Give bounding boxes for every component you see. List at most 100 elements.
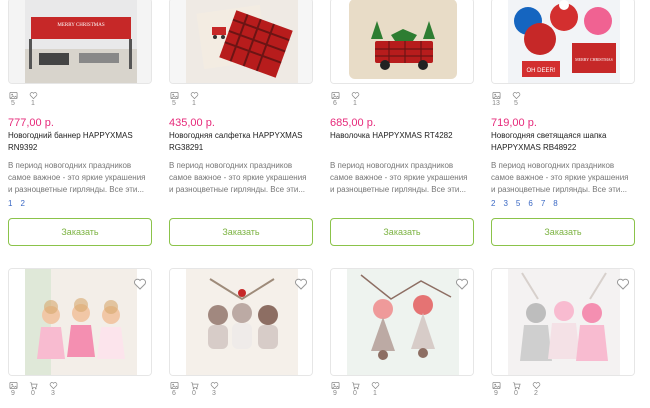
angel-ornaments-photo: [9, 269, 151, 375]
likes-count: 1: [192, 100, 196, 107]
product-title[interactable]: Наволочка HAPPYXMAS RT4282: [330, 130, 474, 142]
views-stat: 5: [169, 91, 179, 107]
product-image[interactable]: [330, 268, 474, 376]
likes-count: 3: [51, 390, 55, 397]
image-icon: [9, 91, 17, 100]
product-stats: 5 1: [169, 91, 199, 107]
product-image[interactable]: [8, 268, 152, 376]
product-image[interactable]: [169, 0, 313, 84]
heart-icon: [512, 92, 520, 100]
cart-stat[interactable]: 0: [511, 381, 521, 397]
image-icon: [170, 91, 178, 100]
views-stat: 9: [491, 381, 501, 397]
cart-count: 0: [514, 390, 518, 397]
views-count: 5: [11, 100, 15, 107]
image-icon: [170, 381, 178, 390]
cart-stat[interactable]: 0: [189, 381, 199, 397]
likes-count: 5: [514, 100, 518, 107]
hat-sign-1: OH DEER!: [526, 68, 555, 74]
views-count: 9: [494, 390, 498, 397]
views-count: 5: [172, 100, 176, 107]
favorite-heart-icon[interactable]: [294, 277, 308, 291]
favorite-heart-icon[interactable]: [133, 277, 147, 291]
product-stats: 5 1: [8, 91, 38, 107]
product-title[interactable]: Новогодняя светящаяся шапка HAPPYXMAS RB…: [491, 130, 635, 154]
product-price: 777,00 р.: [8, 117, 54, 129]
heart-icon: [351, 92, 359, 100]
likes-stat[interactable]: 1: [350, 91, 360, 107]
order-button[interactable]: Заказать: [8, 218, 152, 246]
page-link[interactable]: 1: [8, 199, 12, 208]
order-button[interactable]: Заказать: [169, 218, 313, 246]
likes-stat[interactable]: 1: [370, 381, 380, 397]
product-stats: 6 1: [330, 91, 360, 107]
page-link[interactable]: 3: [503, 199, 507, 208]
views-stat: 5: [8, 91, 18, 107]
cart-stat[interactable]: 0: [350, 381, 360, 397]
page-link[interactable]: 6: [528, 199, 532, 208]
product-image[interactable]: MERRY CHRISTMAS: [8, 0, 152, 84]
cart-icon: [512, 382, 521, 390]
hats-photo: OH DEER! MERRY CHRISTMAS: [492, 0, 634, 83]
product-title[interactable]: Новогодняя салфетка HAPPYXMAS RG38291: [169, 130, 313, 154]
likes-stat[interactable]: 5: [511, 91, 521, 107]
likes-stat[interactable]: 1: [28, 91, 38, 107]
views-count: 13: [492, 100, 500, 107]
banner-photo: MERRY CHRISTMAS: [9, 0, 151, 83]
page-link[interactable]: 7: [541, 199, 545, 208]
image-icon: [331, 381, 339, 390]
heart-icon: [49, 382, 57, 390]
favorite-heart-icon[interactable]: [455, 277, 469, 291]
views-stat: 6: [169, 381, 179, 397]
views-count: 9: [333, 390, 337, 397]
page-link[interactable]: 5: [516, 199, 520, 208]
cart-icon: [29, 382, 38, 390]
image-icon: [9, 381, 17, 390]
product-stats: 6 0 3: [169, 381, 219, 397]
product-price: 435,00 р.: [169, 117, 215, 129]
image-icon: [331, 91, 339, 100]
cart-icon: [190, 382, 199, 390]
napkin-photo: [170, 0, 312, 83]
order-button[interactable]: Заказать: [491, 218, 635, 246]
image-icon: [492, 381, 500, 390]
cart-count: 0: [353, 390, 357, 397]
product-image[interactable]: [169, 268, 313, 376]
banner-text: MERRY CHRISTMAS: [57, 23, 104, 28]
views-count: 6: [172, 390, 176, 397]
views-stat: 6: [330, 91, 340, 107]
image-pagination: 1 2: [8, 199, 25, 208]
likes-count: 3: [212, 390, 216, 397]
angel-dolls-photo: [492, 269, 634, 375]
likes-stat[interactable]: 3: [48, 381, 58, 397]
product-description: В период новогодних праздников самое важ…: [491, 161, 629, 194]
favorite-heart-icon[interactable]: [616, 277, 630, 291]
views-stat: 9: [8, 381, 18, 397]
cart-count: 0: [31, 390, 35, 397]
likes-count: 1: [353, 100, 357, 107]
product-image[interactable]: [330, 0, 474, 84]
likes-count: 1: [31, 100, 35, 107]
image-pagination: 2 3 5 6 7 8: [491, 199, 558, 208]
page-link[interactable]: 2: [491, 199, 495, 208]
product-image[interactable]: [491, 268, 635, 376]
product-description: В период новогодних праздников самое важ…: [8, 161, 146, 194]
order-button[interactable]: Заказать: [330, 218, 474, 246]
heart-icon: [532, 382, 540, 390]
likes-stat[interactable]: 2: [531, 381, 541, 397]
reindeer-ornaments-photo: [170, 269, 312, 375]
page-link[interactable]: 2: [20, 199, 24, 208]
product-description: В период новогодних праздников самое важ…: [330, 161, 468, 194]
image-icon: [492, 91, 500, 100]
product-stats: 9 0 1: [330, 381, 380, 397]
product-image[interactable]: OH DEER! MERRY CHRISTMAS: [491, 0, 635, 84]
hat-sign-2: MERRY CHRISTMAS: [575, 57, 613, 62]
product-title[interactable]: Новогодний баннер HAPPYXMAS RN9392: [8, 130, 152, 154]
product-stats: 13 5: [491, 91, 521, 107]
cart-icon: [351, 382, 360, 390]
likes-stat[interactable]: 3: [209, 381, 219, 397]
cart-stat[interactable]: 0: [28, 381, 38, 397]
page-link[interactable]: 8: [553, 199, 557, 208]
heart-icon: [190, 92, 198, 100]
likes-stat[interactable]: 1: [189, 91, 199, 107]
